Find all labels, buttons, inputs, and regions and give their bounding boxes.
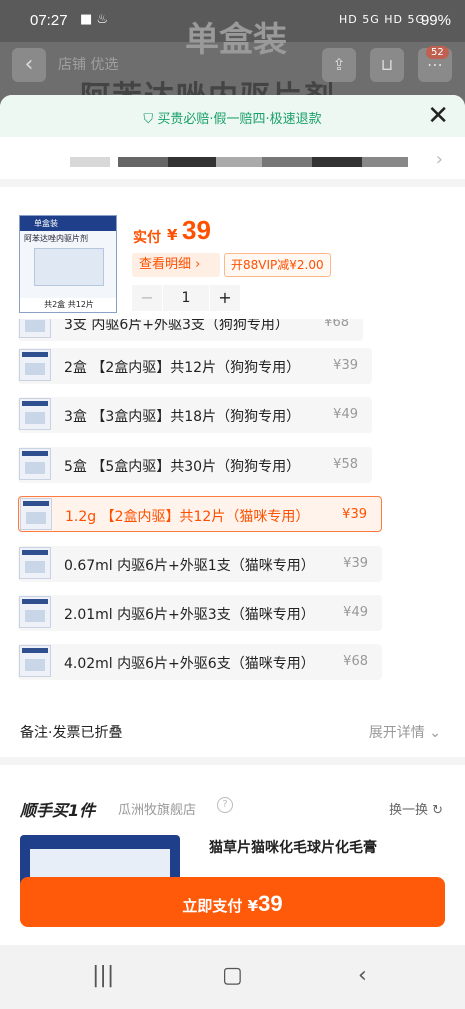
sku-option[interactable]: 4.02ml 内驱6片+外驱6支（猫咪专用） ¥68 (18, 644, 382, 680)
status-time: 07:27 (30, 12, 68, 29)
sku-thumbnail (19, 596, 51, 628)
background-brand: 单盒装 (185, 20, 287, 60)
sku-option-price: ¥68 (343, 654, 368, 669)
buy-more-store: 瓜洲牧旗舰店 (118, 803, 197, 818)
background-page: ‹ 单盒装 店铺 优选 阿苯达唑内驱片剂 ⇪ ⊔ ⋯ 52 (0, 20, 465, 115)
guarantee-label: 买贵必赔·假一赔四·极速退款 (157, 112, 322, 127)
address-redacted (70, 157, 110, 167)
address-redacted (118, 157, 168, 167)
sku-option-price: ¥49 (343, 605, 368, 620)
address-redacted (262, 157, 312, 167)
home-icon[interactable]: ▢ (222, 963, 243, 988)
sku-option-price: ¥39 (342, 507, 367, 522)
quantity-value[interactable]: 1 (163, 285, 209, 311)
expand-details-label: 展开详情 (368, 725, 425, 741)
info-icon[interactable]: ? (217, 797, 233, 813)
chevron-down-icon: ⌄ (429, 725, 441, 741)
signal-icon: HD 5G HD 5G (338, 13, 425, 26)
checkout-sheet: ⛉ 买贵必赔·假一赔四·极速退款 ✕ › 单盒装 阿苯达唑内驱片剂 共2盒 共1… (0, 95, 465, 945)
guarantee-banner: ⛉ 买贵必赔·假一赔四·极速退款 ✕ (0, 95, 465, 137)
sku-thumbnail (19, 349, 51, 381)
notification-icons: ■ ♨ (80, 12, 109, 27)
cart-icon: ⊔ (370, 48, 404, 82)
sku-option-label: 2盒 【2盒内驱】共12片（狗狗专用） (64, 360, 301, 376)
pay-now-amount: 39 (258, 891, 283, 916)
address-redacted (168, 157, 216, 167)
close-icon[interactable]: ✕ (427, 101, 449, 131)
buy-more-product-name[interactable]: 猫草片猫咪化毛球片化毛膏 (209, 837, 377, 857)
thumb-box (34, 248, 104, 286)
sku-option[interactable]: 2盒 【2盒内驱】共12片（狗狗专用） ¥39 (18, 348, 372, 384)
sku-option-selected[interactable]: 1.2g 【2盒内驱】共12片（猫咪专用） ¥39 (18, 496, 382, 532)
sku-option[interactable]: 5盒 【5盒内驱】共30片（狗狗专用） ¥58 (18, 447, 372, 483)
pay-amount: 39 (182, 215, 211, 245)
shield-check-icon: ⛉ (143, 112, 158, 127)
sku-thumbnail (19, 319, 51, 338)
refresh-icon: ↻ (432, 803, 443, 818)
back-nav-icon[interactable]: ‹ (358, 963, 367, 988)
buy-more-title: 顺手买1件 (20, 801, 96, 820)
address-row[interactable]: › (0, 137, 465, 187)
guarantee-text: ⛉ 买贵必赔·假一赔四·极速退款 (0, 108, 465, 127)
system-nav-bar: ||| ▢ ‹ (0, 945, 465, 1009)
pay-now-label: 立即支付 (182, 897, 243, 915)
swap-button[interactable]: 换一换 ↻ (389, 799, 443, 818)
share-icon: ⇪ (322, 48, 356, 82)
increase-button[interactable]: + (210, 285, 240, 311)
address-redacted (216, 157, 266, 167)
decrease-button[interactable]: − (132, 285, 162, 311)
pay-now-button[interactable]: 立即支付 ¥39 (20, 877, 445, 927)
sku-option-price: ¥68 (324, 319, 349, 330)
product-summary: 单盒装 阿苯达唑内驱片剂 共2盒 共12片 实付 ¥ 39 查看明细 › 开88… (0, 195, 465, 317)
address-redacted (362, 157, 408, 167)
thumb-footer: 共2盒 共12片 (20, 298, 116, 312)
remark-row[interactable]: 备注·发票已折叠 展开详情 ⌄ (0, 695, 465, 765)
sku-option-label: 1.2g 【2盒内驱】共12片（猫咪专用） (65, 509, 310, 525)
sku-thumbnail (19, 398, 51, 430)
sku-options: 3支 内驱6片+外驱3支（狗狗专用） ¥68 2盒 【2盒内驱】共12片（狗狗专… (0, 319, 465, 689)
sku-thumbnail (20, 498, 52, 530)
address-redacted (312, 157, 362, 167)
sku-option[interactable]: 3支 内驱6片+外驱3支（狗狗专用） ¥68 (18, 319, 363, 341)
sku-option-label: 3支 内驱6片+外驱3支（狗狗专用） (64, 319, 289, 333)
battery-level: 99% (420, 12, 451, 29)
remark-label: 备注·发票已折叠 (20, 725, 123, 741)
pay-label: 实付 (133, 230, 161, 246)
view-details-button[interactable]: 查看明细 › (132, 253, 220, 277)
sku-option-price: ¥49 (333, 407, 358, 422)
sku-option-price: ¥39 (343, 556, 368, 571)
sku-thumbnail (19, 547, 51, 579)
thumb-name: 阿苯达唑内驱片剂 (24, 234, 88, 243)
vip-discount-button[interactable]: 开88VIP减¥2.00 (224, 253, 331, 277)
back-icon: ‹ (12, 48, 46, 82)
sku-option-label: 0.67ml 内驱6片+外驱1支（猫咪专用） (64, 558, 315, 574)
pay-now-currency: ¥ (247, 897, 259, 915)
sku-option[interactable]: 0.67ml 内驱6片+外驱1支（猫咪专用） ¥39 (18, 546, 382, 582)
expand-details-link[interactable]: 展开详情 ⌄ (369, 722, 441, 742)
pay-currency: ¥ (167, 226, 178, 244)
quantity-stepper: − 1 + (132, 285, 240, 311)
sku-option-price: ¥39 (333, 358, 358, 373)
sku-option[interactable]: 3盒 【3盒内驱】共18片（狗狗专用） ¥49 (18, 397, 372, 433)
chevron-right-icon: › (435, 149, 443, 170)
sku-option-price: ¥58 (333, 457, 358, 472)
sku-option-label: 2.01ml 内驱6片+外驱3支（猫咪专用） (64, 607, 315, 623)
sku-option-label: 5盒 【5盒内驱】共30片（狗狗专用） (64, 459, 301, 475)
view-details-label: 查看明细 (139, 257, 192, 272)
sku-option-label: 3盒 【3盒内驱】共18片（狗狗专用） (64, 409, 301, 425)
sku-option-label: 4.02ml 内驱6片+外驱6支（猫咪专用） (64, 656, 315, 672)
background-store: 店铺 优选 (58, 57, 119, 73)
thumb-brand: 单盒装 (20, 216, 116, 231)
swap-label: 换一换 (388, 803, 428, 818)
sku-option[interactable]: 2.01ml 内驱6片+外驱3支（猫咪专用） ¥49 (18, 595, 382, 631)
sku-thumbnail (19, 645, 51, 677)
product-thumbnail: 单盒装 阿苯达唑内驱片剂 共2盒 共12片 (19, 215, 117, 313)
chevron-right-icon: › (195, 257, 201, 272)
message-badge: 52 (426, 46, 449, 59)
recent-apps-icon[interactable]: ||| (92, 963, 114, 988)
sku-thumbnail (19, 448, 51, 480)
